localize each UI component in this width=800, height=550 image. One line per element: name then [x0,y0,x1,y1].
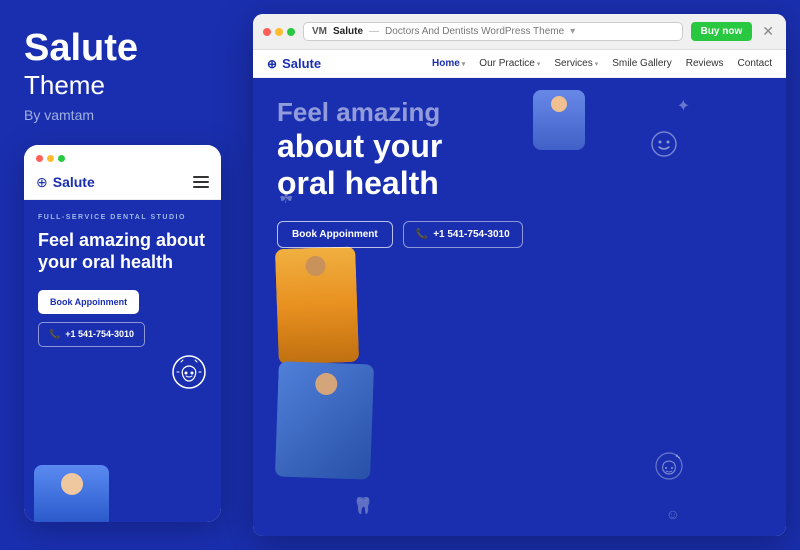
site-globe-icon: ⊕ [267,57,277,71]
hero-headline: Feel amazing about youroral health [277,98,557,201]
mobile-cta-buttons: Book Appoinment 📞 +1 541-754-3010 [38,290,207,347]
nav-reviews-label: Reviews [686,58,724,69]
vamtam-logo-icon: VM [312,26,327,37]
address-dropdown-arrow[interactable]: ▾ [570,26,575,37]
mobile-globe-icon: ⊕ [36,174,48,191]
nav-home-label: Home [432,58,460,69]
nav-services-label: Services [554,58,592,69]
person-silhouette [34,465,109,522]
portrait-mid-head [305,256,326,277]
brand-by: By vamtam [24,107,221,123]
browser-dot-red [263,28,271,36]
nav-services-arrow: ▾ [595,60,599,68]
nav-link-contact[interactable]: Contact [738,58,772,69]
ham-line-3 [193,186,209,188]
nav-gallery-label: Smile Gallery [612,58,671,69]
brand-title: Salute [24,28,221,70]
mobile-hamburger-menu[interactable] [193,176,209,188]
phone-icon: 📞 [49,329,60,340]
nav-link-services[interactable]: Services ▾ [554,58,598,69]
mobile-headline: Feel amazing about your oral health [38,229,207,274]
nav-contact-label: Contact [738,58,772,69]
hero-phone-icon: 📞 [416,229,428,240]
right-panel: VM Salute — Doctors And Dentists WordPre… [245,0,800,550]
hero-phone-number: +1 541-754-3010 [433,229,509,240]
mobile-dot-red [36,155,43,162]
tooth-star-deco [654,451,684,486]
mobile-person-image [34,465,109,522]
mobile-dot-green [58,155,65,162]
hero-cta-buttons: Book Appoinment 📞 +1 541-754-3010 [277,221,762,248]
site-logo-text: Salute [282,56,321,71]
nav-link-our-practice[interactable]: Our Practice ▾ [479,58,540,69]
brand-theme: Theme [24,70,221,101]
browser-chrome: VM Salute — Doctors And Dentists WordPre… [253,14,786,50]
ham-line-2 [193,181,209,183]
nav-practice-label: Our Practice [479,58,535,69]
browser-dot-green [287,28,295,36]
tooth-mascot-icon [171,354,207,390]
site-logo: ⊕ Salute [267,56,321,71]
browser-dot-yellow [275,28,283,36]
site-hero-section: Feel amazing about youroral health Book … [253,78,786,536]
mobile-phone-number: +1 541-754-3010 [65,329,134,339]
portrait-right-head [314,373,337,396]
deco-tooth-icon: 🦷 [353,496,373,516]
nav-link-reviews[interactable]: Reviews [686,58,724,69]
mobile-bottom-image: 🦷 [24,460,221,522]
mobile-hero-content: Full-Service Dental Studio Feel amazing … [24,200,221,460]
nav-practice-arrow: ▾ [537,60,541,68]
mobile-phone-button[interactable]: 📞 +1 541-754-3010 [38,322,145,347]
address-site-name: Salute [333,26,363,37]
nav-link-smile-gallery[interactable]: Smile Gallery [612,58,671,69]
nav-home-arrow: ▾ [462,60,466,68]
left-panel: Salute Theme By vamtam ⊕ Salute [0,0,245,550]
site-navigation: ⊕ Salute Home ▾ Our Practice ▾ Services … [253,50,786,78]
mobile-logo-text: Salute [53,174,95,190]
mobile-window-dots [36,155,65,162]
mobile-logo: ⊕ Salute [36,174,95,191]
address-separator: — [369,26,379,37]
mobile-service-tag: Full-Service Dental Studio [38,214,207,221]
hero-phone-button[interactable]: 📞 +1 541-754-3010 [403,221,523,248]
hero-book-button[interactable]: Book Appoinment [277,221,393,248]
hero-headline-partial: Feel amazing [277,98,557,128]
floating-portrait-right [275,362,374,480]
deco-star-icon: ✦ [677,96,690,116]
deco-smile-icon: ☺ [666,506,680,522]
nav-links-container: Home ▾ Our Practice ▾ Services ▾ Smile G… [432,58,772,69]
mobile-top-bar [24,145,221,168]
hero-headline-main: about youroral health [277,128,557,202]
browser-address-bar[interactable]: VM Salute — Doctors And Dentists WordPre… [303,22,683,41]
mobile-mockup: ⊕ Salute Full-Service Dental Studio Feel… [24,145,221,522]
mobile-book-button[interactable]: Book Appoinment [38,290,139,314]
floating-smile-deco [650,130,678,164]
browser-window-controls [263,28,295,36]
address-description: Doctors And Dentists WordPress Theme [385,26,564,37]
nav-link-home[interactable]: Home ▾ [432,58,465,69]
floating-portrait-mid [275,247,359,365]
mobile-nav: ⊕ Salute [24,168,221,200]
browser-window: VM Salute — Doctors And Dentists WordPre… [253,14,786,536]
buy-now-button[interactable]: Buy now [691,22,753,41]
browser-close-button[interactable]: ✕ [760,23,776,40]
ham-line-1 [193,176,209,178]
mobile-dot-yellow [47,155,54,162]
